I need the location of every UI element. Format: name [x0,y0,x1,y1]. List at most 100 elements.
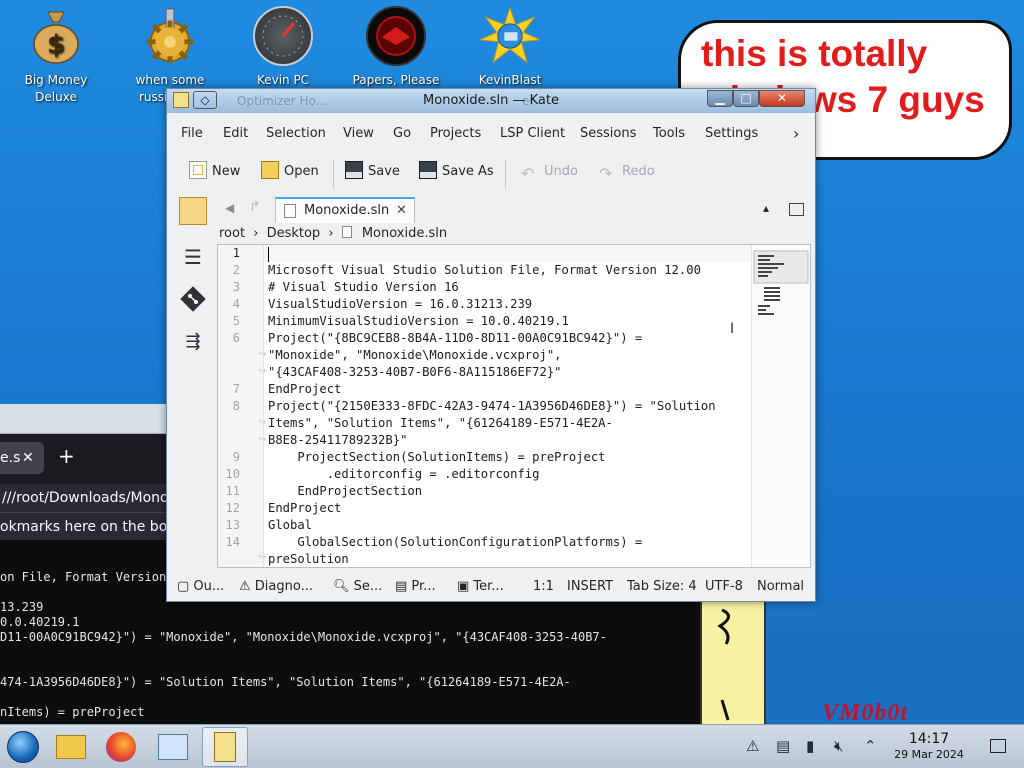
volume-muted-icon[interactable]: 🔇︎ [834,737,843,755]
close-button[interactable]: ✕ [759,90,805,107]
svg-text:$: $ [47,30,65,60]
desktop-icon-kevinblast[interactable]: KevinBlast [460,6,560,89]
new-button[interactable]: New [189,157,240,187]
taskbar-kate[interactable] [202,727,248,767]
menu-file[interactable]: File [181,123,203,145]
menu-lsp-client[interactable]: LSP Client [500,123,565,145]
desktop-icon-label: KevinBlast [478,73,542,87]
output-panel-button[interactable]: ▢ Ou... [177,573,224,601]
signature-text: VM0b0t [822,700,909,724]
split-view-icon[interactable] [789,203,804,216]
page-line [0,645,700,660]
menu-tools[interactable]: Tools [653,123,685,145]
forward-arrow-icon[interactable]: ↱ [249,199,261,215]
close-icon[interactable]: ✕ [22,442,34,474]
clock-time[interactable]: 14:17 [906,731,952,747]
notification-icon[interactable]: ⚠ [746,737,759,755]
redo-icon: ↷ [599,164,613,183]
code-editor[interactable]: 1 2 3 4 5 6 7 8 9 10 11 12 13 14 ↪ ↪ ↪ ↪… [217,244,811,568]
cursor-position[interactable]: 1:1 [533,573,554,601]
breadcrumb-separator: › [253,226,259,241]
taskbar: ⚠ ▤ ▮ 🔇︎ ⌃ 14:17 29 Mar 2024 [0,724,1024,768]
desktop-icon-label: Big Money [24,73,88,87]
back-arrow-icon[interactable]: ◀ [225,201,234,215]
wrap-indicator: ↪ [258,552,267,563]
start-button[interactable] [0,727,46,767]
open-button[interactable]: Open [261,157,319,187]
menu-selection[interactable]: Selection [266,123,326,145]
current-line-highlight [218,245,751,262]
taskbar-control-panel[interactable] [150,727,196,767]
line-number: 11 [225,484,240,498]
breadcrumb-separator: › [328,226,334,241]
show-desktop-icon[interactable] [990,739,1006,753]
menu-view[interactable]: View [343,123,374,145]
menu-overflow-icon[interactable]: › [793,123,799,145]
window-titlebar[interactable]: ◇ Optimizer Ho... er Monoxide.sln — Kate… [167,89,815,113]
breadcrumb-item-desktop[interactable]: Desktop [267,226,321,241]
taskbar-file-manager[interactable] [48,727,94,767]
breadcrumb-item-root[interactable]: root [219,226,245,241]
line-number-gutter: 1 2 3 4 5 6 7 8 9 10 11 12 13 14 ↪ ↪ ↪ ↪… [218,245,267,567]
file-icon [284,204,296,218]
maximize-button[interactable]: □ [733,90,759,107]
starburst-icon [480,6,540,66]
desktop-icon-big-money[interactable]: $ Big Money Deluxe [6,6,106,106]
menu-sessions[interactable]: Sessions [580,123,636,145]
redo-button[interactable]: ↷ Redo [599,157,655,187]
project-tree-icon[interactable]: ⇶ [179,327,207,355]
battery-icon[interactable]: ▮ [806,737,814,755]
syntax-mode[interactable]: Normal [757,573,804,601]
save-as-icon [419,161,437,179]
control-panel-icon [158,734,188,760]
menu-projects[interactable]: Projects [430,123,481,145]
code-line: Project("{8BC9CEB8-8B4A-11D0-8D11-00A0C9… [268,331,643,345]
documents-panel-icon[interactable] [179,197,207,225]
clipboard-icon[interactable]: ▤ [776,737,790,755]
projects-label: Pr... [411,579,436,594]
desktop-icon-label: Papers, Please [352,73,440,87]
close-icon[interactable]: ✕ [396,199,407,223]
desktop-icon-papers-please[interactable]: Papers, Please [346,6,446,89]
projects-panel-button[interactable]: ▤ Pr... [395,573,436,601]
tab-monoxide-sln[interactable]: Monoxide.sln ✕ [275,197,415,223]
search-panel-button[interactable]: 🔍︎ Se... [333,573,382,601]
tab-list-icon[interactable]: ▴ [763,201,769,215]
menu-settings[interactable]: Settings [705,123,758,145]
undo-button[interactable]: ↶ Undo [521,157,578,187]
undo-icon: ↶ [521,164,535,183]
browser-tab[interactable]: e.s ✕ [0,442,44,474]
desktop-icon-kevin-pc[interactable]: Kevin PC [233,6,333,89]
code-line: VisualStudioVersion = 16.0.31213.239 [268,297,533,311]
code-line: Project("{2150E333-8FDC-42A3-9474-1A3956… [268,399,716,413]
line-number: 7 [232,382,240,396]
save-as-button[interactable]: Save As [419,157,494,187]
git-icon[interactable] [179,285,207,313]
page-line: 0.0.40219.1 [0,615,80,629]
save-as-button-label: Save As [442,164,494,179]
kate-window[interactable]: ◇ Optimizer Ho... er Monoxide.sln — Kate… [166,88,816,602]
taskbar-firefox[interactable] [98,727,144,767]
clock-date[interactable]: 29 Mar 2024 [888,748,970,761]
terminal-panel-button[interactable]: ▣ Ter... [457,573,504,601]
save-button[interactable]: Save [345,157,400,187]
chevron-up-icon[interactable]: ⌃ [864,737,877,755]
code-line: preSolution [268,552,349,566]
symbol-list-icon[interactable]: ☰ [179,243,207,271]
encoding[interactable]: UTF-8 [705,573,743,601]
new-tab-button[interactable]: + [58,444,75,468]
menu-edit[interactable]: Edit [223,123,248,145]
tab-size[interactable]: Tab Size: 4 [627,573,697,601]
page-line [0,690,700,705]
breadcrumb-item-file[interactable]: Monoxide.sln [362,226,447,241]
browser-tab-label: e.s [0,450,21,466]
code-line: "{43CAF408-3253-40B7-B0F6-8A115186EF72}" [268,365,562,379]
diagnostics-panel-button[interactable]: ⚠ Diagno... [239,573,313,601]
menu-go[interactable]: Go [393,123,411,145]
minimap[interactable] [751,245,810,567]
code-line: EndProjectSection [268,484,423,498]
input-mode[interactable]: INSERT [567,573,613,601]
code-line: GlobalSection(SolutionConfigurationPlatf… [268,535,643,549]
minimize-button[interactable]: ▁ [707,90,733,107]
search-icon: 🔍︎ [333,579,354,594]
